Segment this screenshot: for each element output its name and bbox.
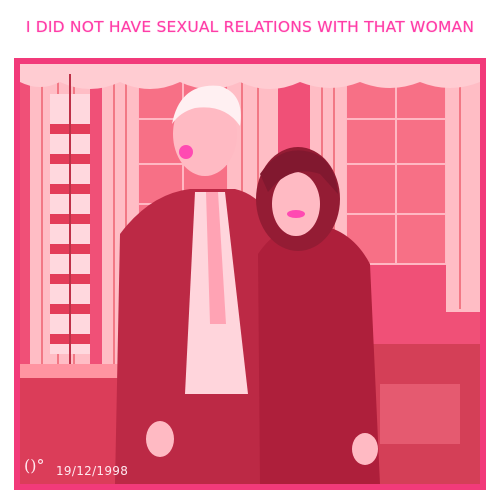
date-stamp: 19/12/1998 <box>56 464 129 478</box>
caption-text: I DID NOT HAVE SEXUAL RELATIONS WITH THA… <box>25 18 475 36</box>
duotone-photo <box>20 64 480 484</box>
camera-stamp-logo: ()° <box>24 456 45 475</box>
photo-frame <box>14 58 486 490</box>
